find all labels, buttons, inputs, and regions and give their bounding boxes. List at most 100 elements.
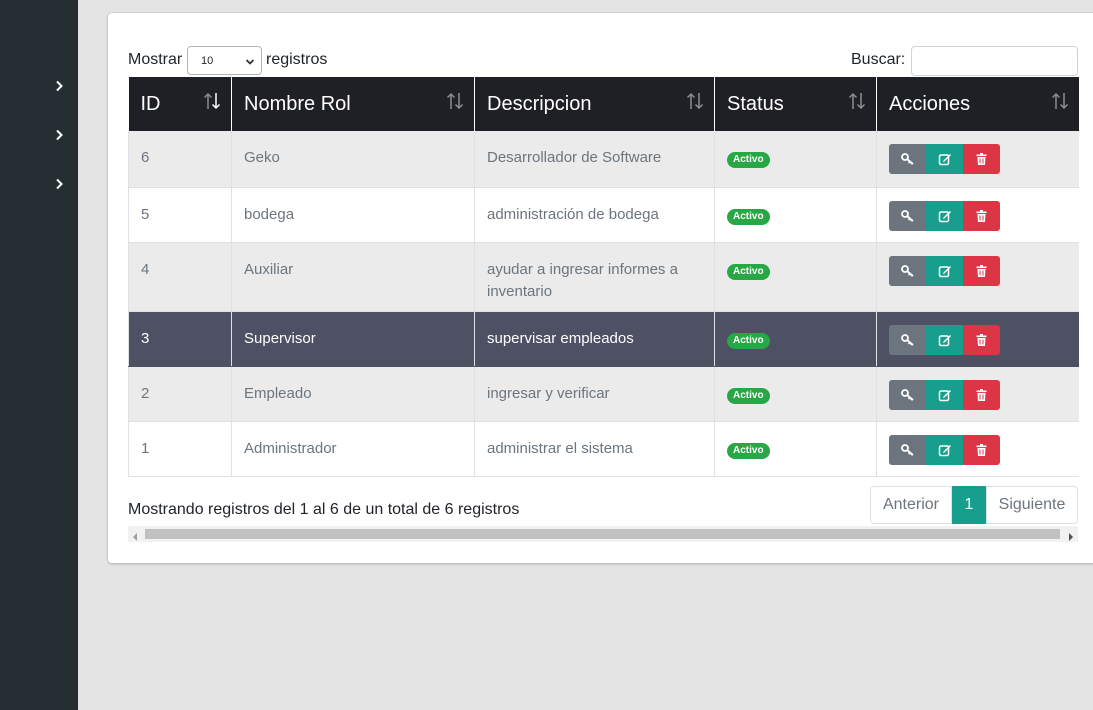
cell-name: Auxiliar	[231, 242, 475, 312]
cell-description: Desarrollador de Software	[474, 131, 715, 188]
trash-icon	[976, 153, 987, 165]
header-id[interactable]: ID	[128, 77, 232, 131]
delete-button[interactable]	[963, 200, 1000, 231]
page-length-value: 10	[201, 54, 214, 67]
cell-description: ayudar a ingresar informes a inventario	[474, 242, 715, 312]
delete-button[interactable]	[963, 379, 1000, 410]
cell-description: ingresar y verificar	[474, 366, 715, 422]
action-buttons	[889, 144, 1067, 174]
trash-icon	[976, 443, 987, 456]
status-badge: Activo	[727, 387, 770, 404]
scrollbar-thumb[interactable]	[145, 529, 1060, 539]
next-page-button[interactable]: Siguiente	[986, 486, 1078, 524]
cell-id: 5	[128, 187, 232, 243]
cell-status: Activo	[714, 311, 877, 367]
delete-button[interactable]	[963, 144, 1000, 174]
edit-icon	[938, 265, 951, 277]
chevron-right-icon[interactable]	[52, 79, 66, 93]
search-input[interactable]	[911, 46, 1078, 76]
key-icon	[900, 388, 914, 401]
table-row[interactable]: 5 bodega administración de bodega Activo	[128, 187, 1079, 243]
permissions-button[interactable]	[889, 379, 926, 410]
page-1-button[interactable]: 1	[952, 486, 986, 524]
chevron-right-icon[interactable]	[52, 177, 66, 191]
header-name[interactable]: Nombre Rol	[231, 77, 475, 131]
header-actions-label: Acciones	[889, 92, 971, 115]
edit-button[interactable]	[926, 324, 963, 355]
cell-status: Activo	[714, 366, 877, 422]
table-row[interactable]: 4 Auxiliar ayudar a ingresar informes a …	[128, 242, 1079, 312]
key-icon	[900, 333, 914, 346]
chevron-down-icon	[245, 57, 255, 69]
status-badge: Activo	[727, 263, 770, 280]
cell-status: Activo	[714, 131, 877, 188]
status-badge: Activo	[727, 152, 770, 168]
header-status[interactable]: Status	[714, 77, 877, 131]
delete-button[interactable]	[963, 324, 1000, 355]
table-header-row: ID Nombre Rol Descripcion Status Accione…	[128, 77, 1079, 131]
horizontal-scrollbar[interactable]	[128, 526, 1078, 542]
table-row-selected[interactable]: 3 Supervisor supervisar empleados Activo	[128, 311, 1079, 367]
edit-button[interactable]	[926, 434, 963, 465]
cell-id: 6	[128, 131, 232, 188]
key-icon	[900, 264, 914, 277]
edit-button[interactable]	[926, 144, 963, 174]
cell-status: Activo	[714, 187, 877, 243]
page-length-select[interactable]: 10	[187, 46, 262, 75]
scroll-right-icon[interactable]	[1068, 529, 1074, 547]
edit-icon	[938, 210, 951, 222]
header-status-label: Status	[727, 92, 784, 115]
cell-status: Activo	[714, 242, 877, 312]
edit-icon	[938, 444, 951, 456]
permissions-button[interactable]	[889, 200, 926, 231]
cell-name: Supervisor	[231, 311, 475, 367]
cell-actions	[876, 421, 1079, 477]
cell-actions	[876, 242, 1079, 312]
cell-actions	[876, 187, 1079, 243]
previous-page-button[interactable]: Anterior	[870, 486, 952, 524]
delete-button[interactable]	[963, 434, 1000, 465]
chevron-right-icon[interactable]	[52, 128, 66, 142]
action-buttons	[889, 255, 1067, 286]
edit-button[interactable]	[926, 200, 963, 231]
trash-icon	[976, 264, 987, 277]
table-row[interactable]: 2 Empleado ingresar y verificar Activo	[128, 366, 1079, 422]
cell-id: 3	[128, 311, 232, 367]
permissions-button[interactable]	[889, 434, 926, 465]
sort-icon	[203, 91, 221, 117]
sort-icon	[686, 91, 704, 117]
action-buttons	[889, 379, 1067, 410]
permissions-button[interactable]	[889, 255, 926, 286]
delete-button[interactable]	[963, 255, 1000, 286]
action-buttons	[889, 200, 1067, 231]
cell-actions	[876, 366, 1079, 422]
permissions-button[interactable]	[889, 324, 926, 355]
sort-icon	[848, 91, 866, 117]
cell-id: 4	[128, 242, 232, 312]
sort-icon	[446, 91, 464, 117]
table-row[interactable]: 1 Administrador administrar el sistema A…	[128, 421, 1079, 477]
header-description[interactable]: Descripcion	[474, 77, 715, 131]
permissions-button[interactable]	[889, 144, 926, 174]
cell-name: Empleado	[231, 366, 475, 422]
action-buttons	[889, 434, 1067, 465]
edit-icon	[938, 154, 951, 166]
header-actions[interactable]: Acciones	[876, 77, 1079, 131]
header-name-label: Nombre Rol	[244, 92, 351, 115]
cell-actions	[876, 131, 1079, 188]
edit-button[interactable]	[926, 379, 963, 410]
cell-actions	[876, 311, 1079, 367]
sidebar	[0, 0, 78, 710]
cell-description: administrar el sistema	[474, 421, 715, 477]
scroll-left-icon[interactable]	[132, 529, 138, 547]
edit-button[interactable]	[926, 255, 963, 286]
table-info: Mostrando registros del 1 al 6 de un tot…	[128, 501, 520, 518]
table-row[interactable]: 6 Geko Desarrollador de Software Activo	[128, 131, 1079, 188]
trash-icon	[976, 333, 987, 346]
roles-card: Mostrar 10 registros Buscar: ID Nombre R…	[108, 13, 1093, 563]
cell-status: Activo	[714, 421, 877, 477]
header-description-label: Descripcion	[487, 92, 592, 115]
pagination: Anterior 1 Siguiente	[870, 486, 1078, 524]
cell-id: 1	[128, 421, 232, 477]
key-icon	[900, 153, 914, 165]
